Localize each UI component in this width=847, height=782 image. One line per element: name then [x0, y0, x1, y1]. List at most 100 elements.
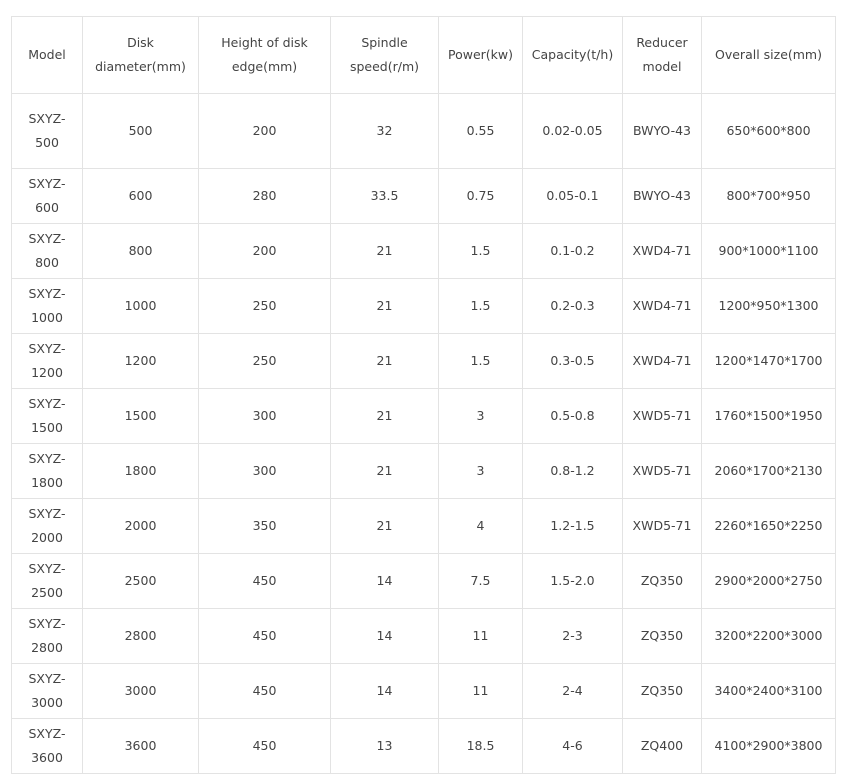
cell-spindle-speed: 32: [330, 93, 439, 169]
table-row: SXYZ- 2500 2500 450 14 7.5 1.5-2.0 ZQ350 …: [11, 553, 836, 609]
cell-disk-edge-height: 250: [198, 278, 331, 334]
cell-reducer-model: XWD5-71: [622, 443, 702, 499]
cell-model: SXYZ- 2500: [11, 553, 83, 609]
cell-power: 1.5: [438, 223, 523, 279]
table-header: Model Disk diameter(mm) Height of disk e…: [11, 16, 836, 94]
table-row: SXYZ- 3600 3600 450 13 18.5 4-6 ZQ400 410…: [11, 718, 836, 774]
column-header-power: Power(kw): [438, 16, 523, 94]
cell-spindle-speed: 14: [330, 608, 439, 664]
cell-spindle-speed: 13: [330, 718, 439, 774]
model-prefix: SXYZ-: [28, 286, 66, 301]
cell-disk-edge-height: 280: [198, 168, 331, 224]
cell-disk-diameter: 1500: [82, 388, 199, 444]
cell-disk-diameter: 3000: [82, 663, 199, 719]
cell-capacity: 0.3-0.5: [522, 333, 623, 389]
cell-disk-diameter: 600: [82, 168, 199, 224]
cell-spindle-speed: 14: [330, 663, 439, 719]
cell-disk-diameter: 2500: [82, 553, 199, 609]
cell-capacity: 1.5-2.0: [522, 553, 623, 609]
cell-power: 0.55: [438, 93, 523, 169]
model-prefix: SXYZ-: [28, 341, 66, 356]
cell-disk-edge-height: 450: [198, 663, 331, 719]
cell-spindle-speed: 21: [330, 333, 439, 389]
cell-disk-edge-height: 450: [198, 718, 331, 774]
column-header-spindle-speed: Spindle speed(r/m): [330, 16, 439, 94]
model-prefix: SXYZ-: [28, 616, 66, 631]
column-header-model: Model: [11, 16, 83, 94]
cell-disk-edge-height: 450: [198, 608, 331, 664]
cell-overall-size: 900*1000*1100: [701, 223, 836, 279]
cell-reducer-model: ZQ350: [622, 608, 702, 664]
spec-table: Model Disk diameter(mm) Height of disk e…: [11, 16, 836, 774]
cell-disk-edge-height: 200: [198, 223, 331, 279]
model-number: 500: [35, 135, 59, 150]
header-row: Model Disk diameter(mm) Height of disk e…: [11, 16, 836, 94]
cell-reducer-model: XWD5-71: [622, 388, 702, 444]
cell-overall-size: 3400*2400*3100: [701, 663, 836, 719]
cell-overall-size: 2060*1700*2130: [701, 443, 836, 499]
cell-capacity: 4-6: [522, 718, 623, 774]
model-number: 1000: [31, 310, 63, 325]
cell-model: SXYZ- 500: [11, 93, 83, 169]
column-header-capacity: Capacity(t/h): [522, 16, 623, 94]
cell-capacity: 0.05-0.1: [522, 168, 623, 224]
cell-power: 4: [438, 498, 523, 554]
cell-overall-size: 1200*1470*1700: [701, 333, 836, 389]
cell-model: SXYZ- 2000: [11, 498, 83, 554]
cell-spindle-speed: 21: [330, 388, 439, 444]
table-row: SXYZ- 500 500 200 32 0.55 0.02-0.05 BWYO-…: [11, 93, 836, 169]
cell-disk-edge-height: 450: [198, 553, 331, 609]
cell-disk-edge-height: 300: [198, 388, 331, 444]
cell-reducer-model: XWD4-71: [622, 333, 702, 389]
cell-capacity: 1.2-1.5: [522, 498, 623, 554]
cell-overall-size: 1200*950*1300: [701, 278, 836, 334]
model-prefix: SXYZ-: [28, 176, 66, 191]
cell-overall-size: 800*700*950: [701, 168, 836, 224]
table-row: SXYZ- 800 800 200 21 1.5 0.1-0.2 XWD4-71 …: [11, 223, 836, 279]
cell-capacity: 2-4: [522, 663, 623, 719]
cell-spindle-speed: 14: [330, 553, 439, 609]
model-number: 2500: [31, 585, 63, 600]
cell-overall-size: 2260*1650*2250: [701, 498, 836, 554]
cell-model: SXYZ- 800: [11, 223, 83, 279]
cell-disk-diameter: 500: [82, 93, 199, 169]
cell-power: 1.5: [438, 278, 523, 334]
cell-disk-diameter: 2000: [82, 498, 199, 554]
cell-disk-edge-height: 300: [198, 443, 331, 499]
cell-disk-edge-height: 250: [198, 333, 331, 389]
cell-overall-size: 3200*2200*3000: [701, 608, 836, 664]
cell-spindle-speed: 21: [330, 223, 439, 279]
table-row: SXYZ- 1200 1200 250 21 1.5 0.3-0.5 XWD4-7…: [11, 333, 836, 389]
model-prefix: SXYZ-: [28, 671, 66, 686]
column-header-reducer-model: Reducer model: [622, 16, 702, 94]
cell-capacity: 0.8-1.2: [522, 443, 623, 499]
cell-reducer-model: ZQ400: [622, 718, 702, 774]
cell-model: SXYZ- 600: [11, 168, 83, 224]
cell-reducer-model: BWYO-43: [622, 168, 702, 224]
table-row: SXYZ- 2800 2800 450 14 11 2-3 ZQ350 3200*…: [11, 608, 836, 664]
model-prefix: SXYZ-: [28, 231, 66, 246]
cell-disk-diameter: 1200: [82, 333, 199, 389]
cell-reducer-model: ZQ350: [622, 663, 702, 719]
cell-power: 3: [438, 443, 523, 499]
model-number: 600: [35, 200, 59, 215]
table-row: SXYZ- 1500 1500 300 21 3 0.5-0.8 XWD5-71 …: [11, 388, 836, 444]
table-row: SXYZ- 600 600 280 33.5 0.75 0.05-0.1 BWYO…: [11, 168, 836, 224]
cell-capacity: 2-3: [522, 608, 623, 664]
column-header-disk-diameter: Disk diameter(mm): [82, 16, 199, 94]
model-prefix: SXYZ-: [28, 111, 66, 126]
cell-disk-diameter: 800: [82, 223, 199, 279]
cell-disk-diameter: 2800: [82, 608, 199, 664]
table-row: SXYZ- 3000 3000 450 14 11 2-4 ZQ350 3400*…: [11, 663, 836, 719]
model-number: 2000: [31, 530, 63, 545]
cell-model: SXYZ- 2800: [11, 608, 83, 664]
column-header-overall-size: Overall size(mm): [701, 16, 836, 94]
cell-model: SXYZ- 1000: [11, 278, 83, 334]
cell-reducer-model: XWD5-71: [622, 498, 702, 554]
cell-overall-size: 2900*2000*2750: [701, 553, 836, 609]
cell-capacity: 0.1-0.2: [522, 223, 623, 279]
cell-model: SXYZ- 1200: [11, 333, 83, 389]
cell-overall-size: 4100*2900*3800: [701, 718, 836, 774]
model-prefix: SXYZ-: [28, 396, 66, 411]
cell-power: 11: [438, 608, 523, 664]
